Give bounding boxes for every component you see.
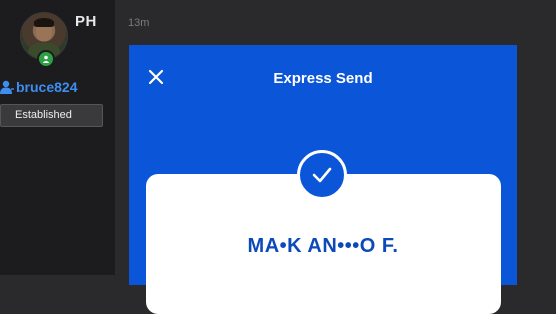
online-status-icon [37,50,55,68]
user-row[interactable]: bruce824 [0,79,77,95]
user-icon [0,80,14,94]
status-badge: Established [0,104,103,127]
panel-title: Express Send [273,70,373,87]
username-link[interactable]: bruce824 [16,79,77,95]
success-checkmark [297,150,347,200]
express-send-panel: Express Send MA•K AN•••O F. [129,45,517,314]
person-icon [42,55,50,63]
user-initials: PH [75,13,97,30]
message-timestamp: 13m [128,17,150,29]
avatar-hair [34,18,54,27]
sidebar: PH bruce824 Established [0,0,115,275]
recipient-name: MA•K AN•••O F. [247,235,399,257]
checkmark-icon [312,167,332,183]
